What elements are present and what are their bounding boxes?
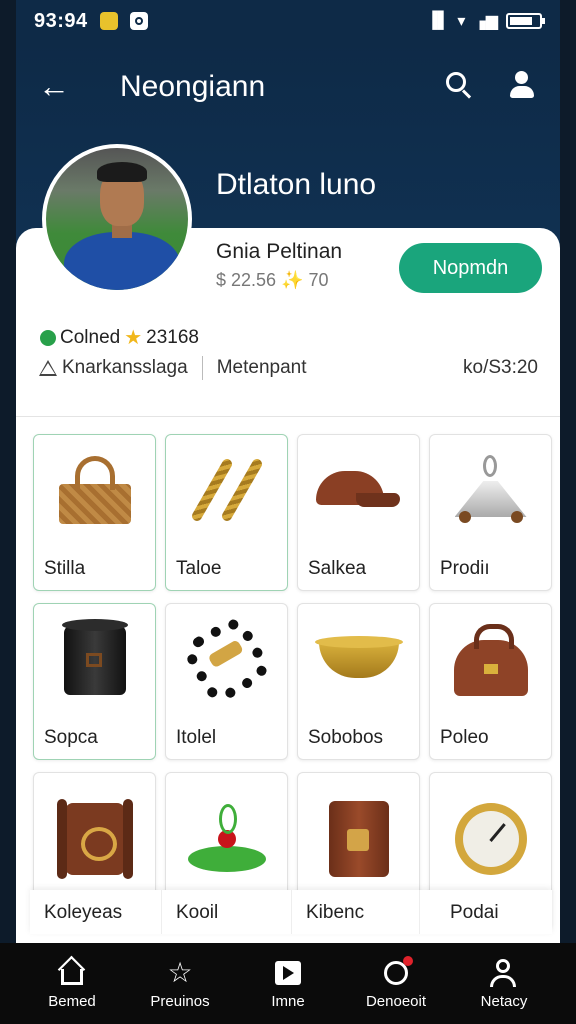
- item-tile-6[interactable]: Sobobos: [297, 603, 420, 760]
- item-label[interactable]: Kooil: [162, 890, 292, 934]
- item-tile-7[interactable]: Poleo: [429, 603, 552, 760]
- notification-icon: [99, 12, 118, 30]
- item-label: Stilla: [44, 558, 86, 579]
- barrel-icon: [328, 801, 389, 877]
- item-label[interactable]: Podai: [420, 890, 552, 934]
- bottom-nav: Bemed ☆ Preuinos Imne Denoeoit Netacy: [0, 943, 576, 1024]
- signal-icon: ▗▆: [473, 13, 498, 30]
- stats-row: Colned ★ 23168: [40, 325, 199, 350]
- item-tile-0[interactable]: Stilla: [33, 434, 156, 591]
- profile-name: Gnia Peltinan: [216, 240, 343, 263]
- nav-label: Denoeoit: [365, 993, 427, 1010]
- item-label: Poleo: [440, 727, 489, 748]
- location-text: Knarkansslaga: [62, 357, 188, 378]
- home-icon: [58, 959, 86, 987]
- item-label-strip: Koleyeas Kooil Kibenc Podai: [30, 890, 552, 934]
- star-icon: ☆: [167, 957, 193, 988]
- nav-favorites[interactable]: ☆ Preuinos: [126, 943, 234, 1024]
- profile-header-name: Dtlaton luno: [216, 168, 377, 201]
- item-label[interactable]: Koleyeas: [30, 890, 162, 934]
- nav-home[interactable]: Bemed: [18, 943, 126, 1024]
- status-dot-icon: [40, 329, 56, 346]
- profile-stats: $ 22.56 ✨ 70: [216, 270, 329, 290]
- section-divider: [16, 416, 560, 417]
- item-label: Itolel: [176, 727, 217, 748]
- nav-label: Netacy: [480, 993, 528, 1010]
- cap-icon: [315, 471, 402, 511]
- battery-icon: [506, 13, 545, 29]
- item-grid: Stilla Taloe Salkea Prodiı Sopca Itolel: [33, 434, 553, 929]
- follow-button[interactable]: Nopmdn: [399, 243, 542, 293]
- item-label[interactable]: Kibenc: [292, 890, 420, 934]
- back-arrow-icon[interactable]: ←: [38, 66, 78, 106]
- bag-icon: [453, 624, 528, 696]
- item-label: Sobobos: [308, 727, 384, 748]
- nav-label: Bemed: [48, 993, 96, 1010]
- pot-icon: [61, 619, 128, 695]
- account-icon[interactable]: [508, 70, 536, 100]
- meta-text: Metenpant: [216, 357, 307, 378]
- info-row: Knarkansslaga Metenpant ko/S3:20: [38, 356, 538, 380]
- item-tile-3[interactable]: Prodiı: [429, 434, 552, 591]
- nav-media[interactable]: Imne: [234, 943, 342, 1024]
- spinning-top-icon: [187, 804, 266, 872]
- profile-content: Gnia Peltinan $ 22.56 ✨ 70 Nopmdn Colned…: [16, 228, 560, 943]
- time-text: ko/S3:20: [463, 357, 538, 378]
- bell-icon: [382, 956, 413, 987]
- scroll-box-icon: [56, 799, 133, 879]
- colned-label: Colned: [60, 326, 121, 348]
- score-value: 23168: [146, 326, 199, 348]
- rope-icon: [187, 451, 267, 531]
- nav-label: Preuinos: [150, 993, 210, 1010]
- person-icon: [490, 959, 518, 987]
- clock-icon: [454, 803, 527, 875]
- bowl-icon: [314, 636, 403, 678]
- avatar[interactable]: [42, 144, 192, 294]
- wifi-icon: ▾: [457, 13, 466, 30]
- app-screen: 93:94 ▐▌ ▾ ▗▆ ← Neongiann Dtlaton luno G…: [0, 0, 576, 1024]
- item-label: Salkea: [308, 558, 367, 579]
- basket-icon: [58, 456, 131, 526]
- item-tile-5[interactable]: Itolel: [165, 603, 288, 760]
- star-icon: ★: [124, 327, 143, 349]
- nav-label: Imne: [271, 993, 305, 1010]
- item-label: Prodiı: [440, 558, 490, 579]
- search-icon[interactable]: [444, 70, 474, 100]
- item-label: Taloe: [176, 558, 222, 579]
- nav-notifications[interactable]: Denoeoit: [342, 943, 450, 1024]
- app-notification-icon: [129, 12, 148, 30]
- item-tile-2[interactable]: Salkea: [297, 434, 420, 591]
- warning-icon: [38, 358, 58, 378]
- item-label: Sopca: [44, 727, 98, 748]
- status-time: 93:94: [34, 9, 88, 32]
- page-title: Neongiann: [120, 70, 266, 103]
- vibrate-icon: ▐▌: [426, 12, 450, 29]
- divider: [201, 356, 203, 380]
- bead-bracelet-icon: [178, 612, 275, 708]
- status-bar: 93:94 ▐▌ ▾ ▗▆: [16, 0, 560, 42]
- item-tile-4[interactable]: Sopca: [33, 603, 156, 760]
- bell-cart-icon: [451, 455, 531, 527]
- status-icons: ▐▌ ▾ ▗▆: [426, 11, 545, 31]
- item-tile-1[interactable]: Taloe: [165, 434, 288, 591]
- nav-profile[interactable]: Netacy: [450, 943, 558, 1024]
- play-icon: [274, 959, 302, 987]
